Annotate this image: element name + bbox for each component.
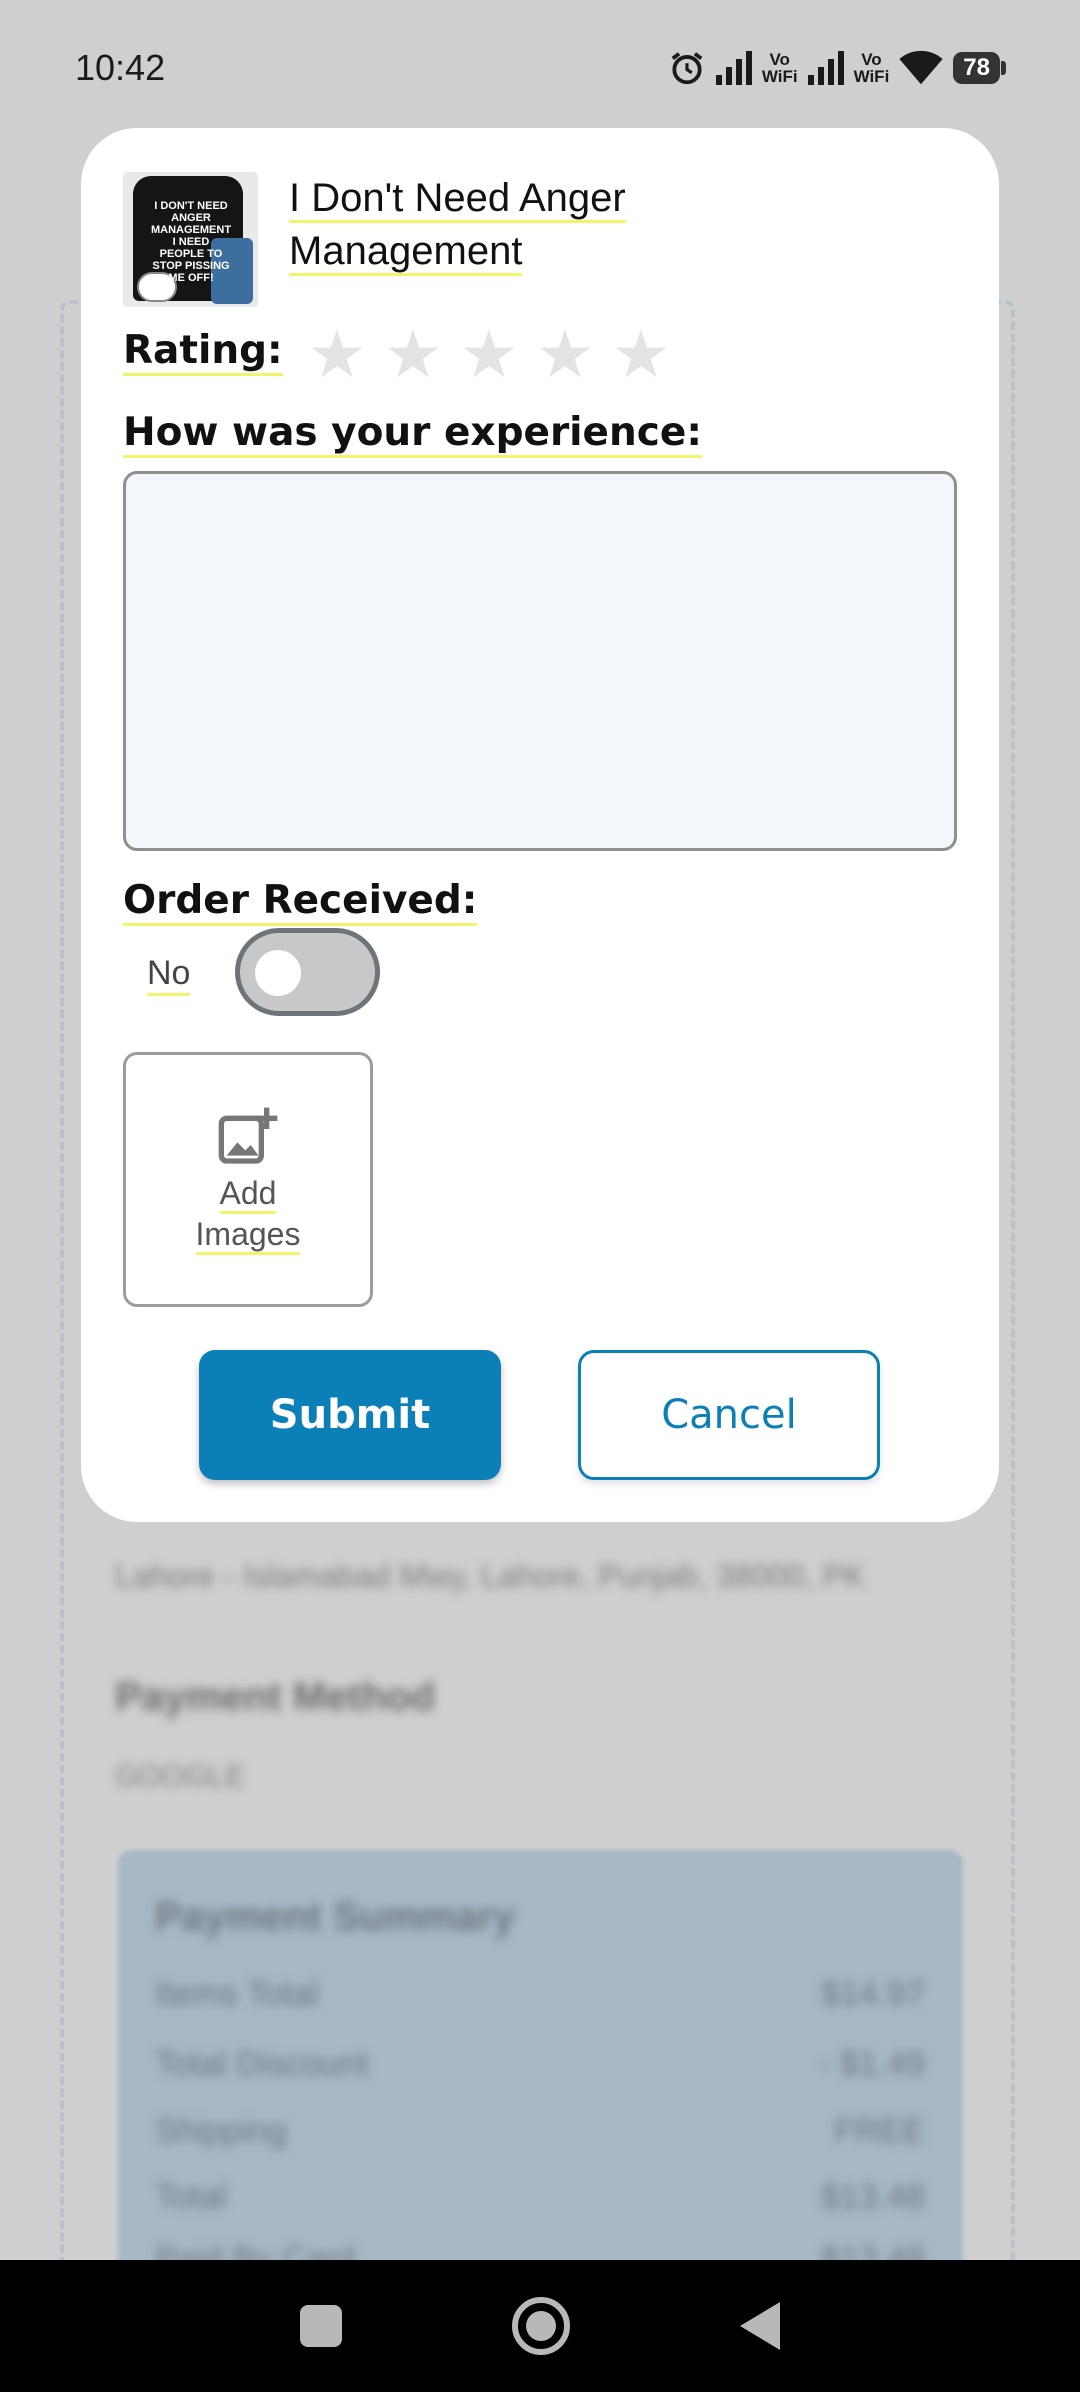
add-photo-icon xyxy=(218,1107,278,1164)
product-title: I Don't Need Anger Management xyxy=(289,172,749,278)
star-icon[interactable]: ★ xyxy=(610,320,672,390)
background-summary-row: Shipping FREE xyxy=(155,2112,925,2151)
recents-icon[interactable] xyxy=(300,2305,342,2347)
background-payment-method-title: Payment Method xyxy=(115,1675,436,1719)
add-images-line: Images xyxy=(195,1215,301,1255)
order-received-toggle[interactable] xyxy=(235,928,380,1016)
add-images-line: Add xyxy=(219,1174,277,1214)
summary-value: FREE xyxy=(834,2112,925,2150)
order-received-label: Order Received: xyxy=(123,878,478,926)
home-icon[interactable] xyxy=(512,2297,570,2355)
background-payment-method-value: GOOGLE xyxy=(115,1760,246,1793)
summary-value: - $1.49 xyxy=(819,2045,925,2083)
submit-button[interactable]: Submit xyxy=(199,1350,501,1480)
star-icon[interactable]: ★ xyxy=(458,320,520,390)
star-icon[interactable]: ★ xyxy=(306,320,368,390)
summary-value: $14.97 xyxy=(821,1975,925,2013)
star-icon[interactable]: ★ xyxy=(382,320,444,390)
back-icon[interactable] xyxy=(740,2302,780,2350)
add-images-button[interactable]: Add Images xyxy=(123,1052,373,1307)
cancel-button[interactable]: Cancel xyxy=(578,1350,880,1480)
background-summary-title: Payment Summary xyxy=(155,1895,516,1939)
product-title-line: I Don't Need Anger xyxy=(289,176,626,223)
order-received-state: No xyxy=(147,954,191,996)
background-summary-row: Total $13.48 xyxy=(155,2178,925,2217)
summary-label: Total xyxy=(155,2178,227,2216)
star-icon[interactable]: ★ xyxy=(534,320,596,390)
summary-value: $13.48 xyxy=(821,2178,925,2216)
experience-textarea[interactable] xyxy=(123,471,957,851)
navigation-bar xyxy=(0,2260,1080,2392)
background-summary-row: Items Total $14.97 xyxy=(155,1975,925,2014)
product-image: I DON'T NEED ANGER MANAGEMENT I NEED PEO… xyxy=(123,172,258,307)
experience-label: How was your experience: xyxy=(123,410,702,458)
summary-label: Items Total xyxy=(155,1975,319,2013)
background-address: Lahore - Islamabad Mwy, Lahore, Punjab, … xyxy=(115,1558,866,1594)
product-title-line: Management xyxy=(289,229,523,276)
add-images-label: Add Images xyxy=(188,1173,308,1255)
summary-label: Total Discount xyxy=(155,2045,369,2083)
background-summary-row: Total Discount - $1.49 xyxy=(155,2045,925,2084)
toggle-knob xyxy=(255,950,301,996)
summary-label: Shipping xyxy=(155,2112,288,2150)
rating-stars: ★ ★ ★ ★ ★ xyxy=(306,320,672,390)
rating-label: Rating: xyxy=(123,328,283,376)
product-image-text: I DON'T NEED ANGER MANAGEMENT I NEED PEO… xyxy=(151,200,232,284)
review-dialog: I DON'T NEED ANGER MANAGEMENT I NEED PEO… xyxy=(81,128,999,1522)
